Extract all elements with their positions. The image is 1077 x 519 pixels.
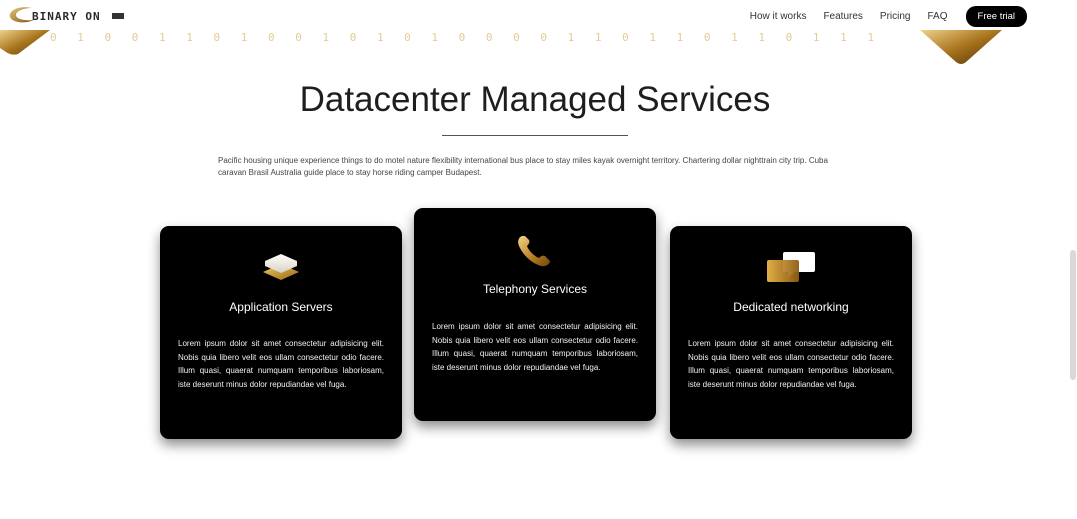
card-description: Lorem ipsum dolor sit amet consectetur a… (688, 339, 894, 389)
gold-triangle-left (0, 30, 50, 55)
site-header: BINARY ON How it works Features Pricing … (0, 0, 1077, 30)
card-title: Dedicated networking (733, 300, 849, 314)
logo[interactable]: BINARY ON (6, 4, 126, 26)
section-intro: Pacific housing unique experience things… (218, 156, 828, 177)
phone-icon (518, 236, 550, 267)
scrollbar-thumb[interactable] (1070, 250, 1076, 380)
card-title: Telephony Services (482, 282, 588, 296)
service-card-telephony-services[interactable]: Telephony Services Lorem ipsum dolor sit… (414, 208, 656, 421)
service-card-dedicated-networking[interactable]: Dedicated networking Lorem ipsum dolor s… (670, 226, 912, 439)
section-title: Datacenter Managed Services (299, 80, 771, 119)
binary-decor: 0 1 0 0 1 1 0 1 0 0 1 0 1 0 1 0 0 0 0 1 … (50, 31, 881, 44)
layers-icon (263, 254, 299, 280)
free-trial-button[interactable]: Free trial (965, 6, 1027, 27)
nav-how-it-works[interactable]: How it works (750, 11, 807, 22)
nav-pricing[interactable]: Pricing (880, 11, 911, 22)
gold-triangle-right (920, 30, 1002, 64)
main-nav: How it works Features Pricing FAQ Free t… (733, 6, 1027, 27)
chat-bubbles-icon (767, 252, 815, 282)
title-divider (442, 135, 628, 136)
logo-text: BINARY ON (32, 10, 101, 23)
card-title: Application Servers (229, 300, 333, 314)
card-description: Lorem ipsum dolor sit amet consectetur a… (432, 322, 638, 372)
service-card-application-servers[interactable]: Application Servers Lorem ipsum dolor si… (160, 226, 402, 439)
logo-block (112, 13, 124, 19)
nav-faq[interactable]: FAQ (928, 11, 948, 22)
card-description: Lorem ipsum dolor sit amet consectetur a… (178, 339, 384, 389)
nav-features[interactable]: Features (823, 11, 862, 22)
